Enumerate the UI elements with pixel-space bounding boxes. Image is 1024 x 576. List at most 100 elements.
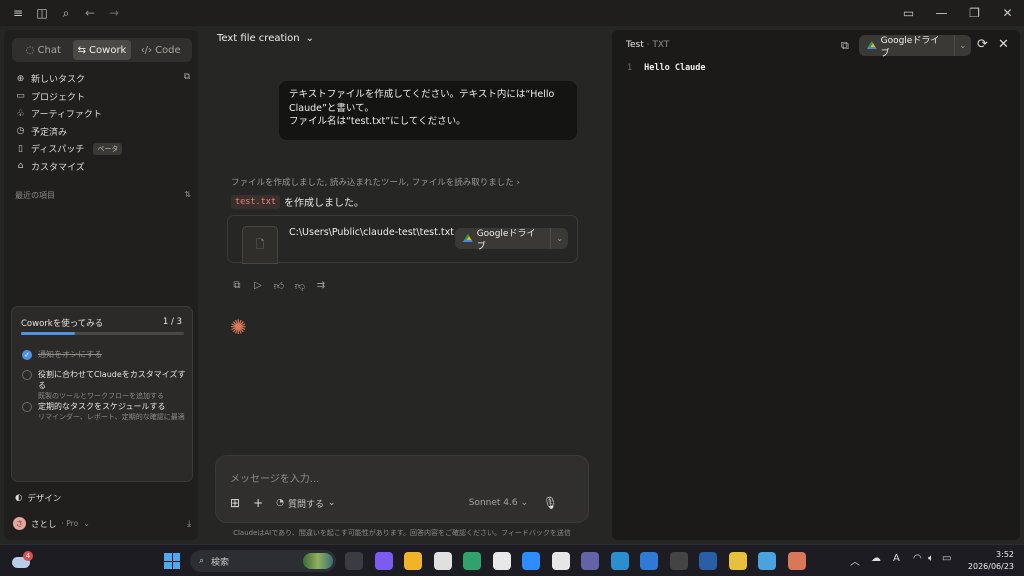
file-icon: 🗋	[242, 226, 278, 264]
sidebar-toggle-icon[interactable]: ◫	[30, 1, 54, 25]
hamburger-menu-icon[interactable]: ≡	[6, 1, 30, 25]
paint-icon[interactable]	[433, 552, 452, 570]
copy-icon[interactable]: ⧉	[841, 39, 849, 53]
code-icon: ‹/›	[140, 44, 153, 56]
sidebar-item-projects[interactable]: ▭ プロジェクト	[12, 88, 192, 106]
model-selector[interactable]: Sonnet 4.6 ⌄	[469, 498, 528, 508]
panel-toggle-icon[interactable]: ▭	[892, 0, 925, 26]
task-view-icon[interactable]	[345, 552, 363, 570]
play-icon[interactable]: ▷	[252, 280, 264, 292]
close-icon[interactable]: ✕	[998, 37, 1009, 52]
sidebar-nav: ⊕ 新しいタスク ⧉ ▭ プロジェクト ♧ アーティファクト ◷ 予定済み ▯ …	[12, 70, 192, 175]
forward-arrow-icon[interactable]: →	[102, 1, 126, 25]
customize-icon: ⌂	[17, 161, 24, 172]
sidebar-item-design[interactable]: ◐ デザイン	[15, 492, 61, 504]
sidebar-item-new-task[interactable]: ⊕ 新しいタスク ⧉	[12, 70, 192, 88]
taskbar-search[interactable]: ⌕ 検索	[190, 550, 336, 572]
assistant-message: test.txt を作成しました。	[231, 194, 364, 209]
chat-title-dropdown[interactable]: Text file creation ⌄	[217, 33, 314, 44]
clock[interactable]: 3:52 2026/06/23	[968, 549, 1014, 573]
gdrive-dropdown-button[interactable]: ⌄	[550, 228, 568, 249]
tool-usage-summary[interactable]: ファイルを作成しました, 読み込まれたツール, ファイルを読み取りました ›	[231, 176, 520, 188]
dispatch-icon: ▯	[18, 143, 23, 154]
powershell-icon[interactable]	[699, 552, 717, 570]
gdrive-split-button: Googleドライブ ⌄	[455, 228, 568, 252]
sidebar: ◌ Chat ⇆ Cowork ‹/› Code ⊕ 新しいタスク ⧉ ▭ プロジェク…	[4, 30, 198, 540]
search-highlight-image	[303, 553, 333, 569]
chevron-up-icon[interactable]: ︿	[850, 553, 860, 568]
user-menu[interactable]: さ さとし · Pro ⌄ ⤓	[13, 517, 193, 530]
k-app-icon[interactable]	[551, 552, 570, 570]
plus-icon[interactable]: +	[253, 496, 263, 510]
clock-icon: ◷	[16, 126, 25, 137]
file-name-code: test.txt	[231, 194, 280, 209]
sidebar-item-scheduled[interactable]: ◷ 予定済み	[12, 123, 192, 141]
message-input[interactable]: メッセージを入力...	[230, 470, 319, 485]
beta-badge: ベータ	[93, 142, 123, 155]
artifacts-icon: ♧	[16, 108, 25, 119]
windows-taskbar: 4 ⌕ 検索 ︿ ☁ A ◠ 🔈︎ ▭ 3:52 2026/06/23	[0, 544, 1024, 576]
edge-dev-icon[interactable]	[610, 552, 629, 570]
mode-code-button[interactable]: ‹/› Code	[131, 40, 190, 60]
google-drive-icon	[867, 41, 877, 49]
palette-icon: ◐	[15, 493, 23, 503]
terminal-icon[interactable]	[669, 552, 688, 570]
filter-icon[interactable]: ⇅	[184, 190, 191, 201]
microphone-icon[interactable]: 🎙︎	[543, 496, 558, 510]
empty-circle-icon	[22, 402, 32, 412]
download-icon[interactable]: ⤓	[187, 519, 191, 529]
new-window-icon[interactable]: ⧉	[184, 72, 190, 82]
sidebar-item-customize[interactable]: ⌂ カスタマイズ	[12, 158, 192, 176]
refresh-icon[interactable]: ⟳	[977, 37, 988, 52]
title-bar: ≡ ◫ ⌕ ← → ▭ — ❐ ✕	[0, 0, 1024, 26]
sidebar-item-artifacts[interactable]: ♧ アーティファクト	[12, 105, 192, 123]
disclaimer: ClaudeはAIであり、間違いを起こす可能性があります。回答内容をご確認くださ…	[233, 529, 571, 537]
add-folder-icon[interactable]: ⊞	[230, 496, 240, 510]
try-step-notifications[interactable]: ✓ 通知をオンにする	[22, 349, 192, 360]
panel-save-to-gdrive-button[interactable]: Googleドライブ	[859, 35, 954, 59]
mode-selector[interactable]: ◔ 質問する ⌄	[276, 497, 335, 510]
file-preview-panel: Test · TXT ⧉ Googleドライブ ⌄ ⟳ ✕ 1 Hello Cl…	[612, 30, 1020, 540]
vscode-icon[interactable]	[640, 552, 658, 570]
slack-icon[interactable]	[492, 552, 511, 570]
try-step-schedule[interactable]: 定期的なタスクをスケジュールする リマインダー、レポート、定期的な確認に最適	[22, 401, 192, 422]
try-cowork-card: Coworkを使ってみる 1 / 3 ✓ 通知をオンにする 役割に合わせてCla…	[11, 306, 193, 482]
chrome-icon[interactable]	[728, 552, 747, 570]
message-composer: メッセージを入力... ⊞ + ◔ 質問する ⌄ Sonnet 4.6 ⌄ 🎙︎	[215, 455, 589, 523]
notepad-icon[interactable]	[758, 552, 776, 570]
start-button[interactable]	[164, 553, 180, 569]
restore-icon[interactable]: ❐	[958, 0, 991, 26]
mode-chat-button[interactable]: ◌ Chat	[14, 40, 73, 60]
search-icon[interactable]: ⌕	[54, 1, 78, 25]
copilot-icon[interactable]	[374, 552, 393, 570]
zoom-icon[interactable]	[522, 552, 540, 570]
file-explorer-icon[interactable]	[404, 552, 422, 570]
thumbs-down-icon[interactable]: 👎︎	[294, 280, 306, 292]
thumbs-up-icon[interactable]: 👍︎	[273, 280, 285, 292]
wifi-icon[interactable]: ◠	[913, 553, 922, 564]
sidebar-item-dispatch[interactable]: ▯ ディスパッチ ベータ	[12, 140, 192, 158]
file-card[interactable]: 🗋 C:\Users\Public\claude-test\test.txt G…	[227, 215, 578, 264]
copy-icon[interactable]: ⧉	[231, 280, 243, 292]
close-icon[interactable]: ✕	[991, 0, 1024, 26]
claude-icon[interactable]	[787, 552, 806, 570]
mode-cowork-button[interactable]: ⇆ Cowork	[72, 40, 132, 60]
try-card-progress-text: 1 / 3	[162, 317, 182, 327]
user-plan: · Pro	[61, 519, 79, 528]
panel-gdrive-dropdown-button[interactable]: ⌄	[953, 35, 971, 56]
ime-icon[interactable]: A	[893, 553, 900, 564]
back-arrow-icon[interactable]: ←	[78, 1, 102, 25]
panel-gdrive-split-button: Googleドライブ ⌄	[859, 35, 971, 59]
battery-icon[interactable]: ▭	[942, 553, 951, 564]
teams-icon[interactable]	[581, 552, 599, 570]
panel-title: Test · TXT	[626, 40, 670, 50]
weather-widget[interactable]: 4	[10, 551, 33, 571]
try-step-customize[interactable]: 役割に合わせてClaudeをカスタマイズする 既製のツールとワークフローを追加す…	[22, 369, 192, 401]
minimize-icon[interactable]: —	[925, 0, 958, 26]
branch-icon[interactable]: ⇉	[315, 280, 327, 292]
chat-bubble-icon: ◔	[276, 498, 284, 508]
save-to-gdrive-button[interactable]: Googleドライブ	[455, 228, 550, 252]
volume-icon[interactable]: 🔈︎	[928, 553, 934, 564]
cloud-sync-icon[interactable]: ☁	[871, 553, 881, 564]
edge-icon[interactable]	[463, 552, 481, 570]
